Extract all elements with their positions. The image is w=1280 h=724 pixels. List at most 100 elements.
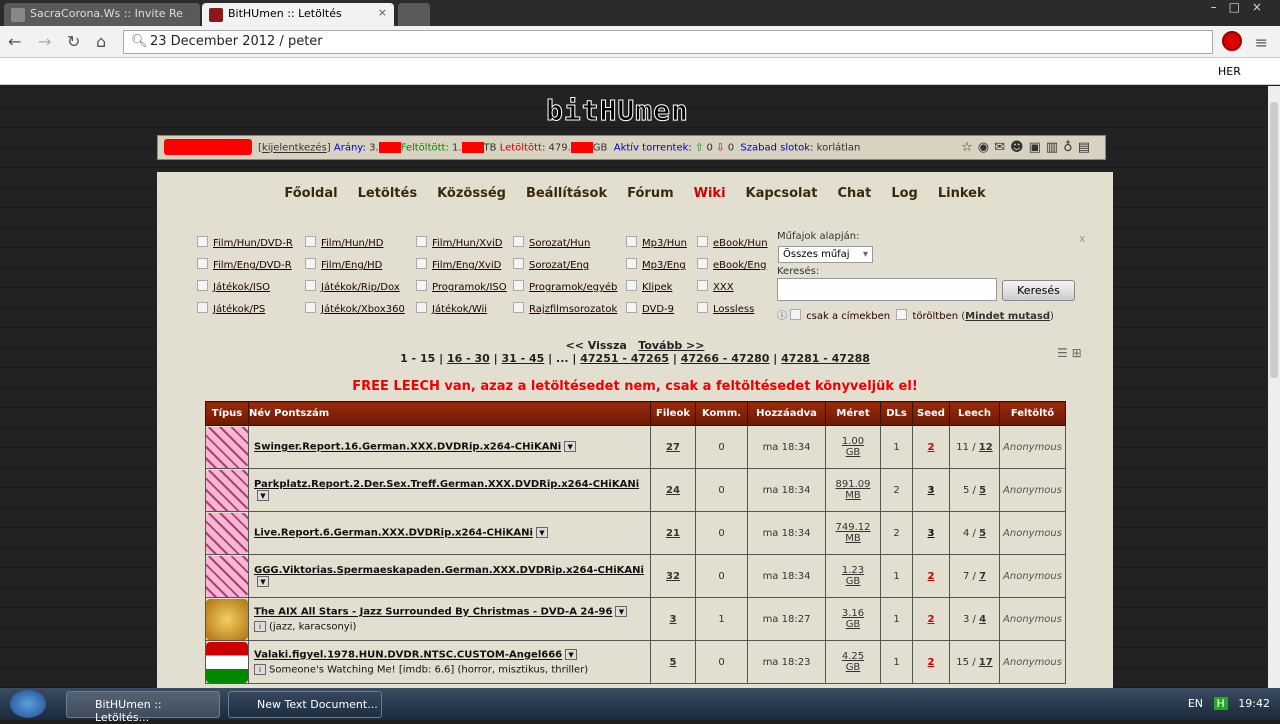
size-value[interactable]: 1.23 (842, 565, 864, 576)
size-value[interactable]: 1.00 (842, 436, 864, 447)
seed-link[interactable]: 2 (928, 657, 935, 668)
category-checkbox[interactable]: Film/Eng/HD (305, 258, 382, 271)
category-checkbox[interactable]: eBook/Eng (697, 258, 766, 271)
seed-link[interactable]: 3 (928, 485, 935, 496)
category-lossless-icon[interactable] (206, 598, 248, 640)
size-value[interactable]: 891.09 (836, 479, 871, 490)
taskbar-chrome[interactable]: BitHUmen :: Letöltés... (66, 691, 220, 724)
category-checkbox[interactable]: Mp3/Eng (626, 258, 686, 271)
only-titles-checkbox[interactable]: csak a címekben (790, 311, 890, 322)
category-checkbox[interactable]: eBook/Hun (697, 236, 768, 249)
eye-icon[interactable]: ◉ (978, 140, 994, 155)
seed-link[interactable]: 2 (928, 442, 935, 453)
category-dvd-hun-icon[interactable] (206, 641, 248, 683)
category-checkbox[interactable]: Játékok/PS (197, 302, 265, 315)
category-checkbox[interactable]: DVD-9 (626, 302, 674, 315)
next-page-link[interactable]: Tovább >> (638, 339, 704, 352)
utorrent-icon[interactable]: H (1213, 697, 1228, 710)
address-bar[interactable]: 🔍︎ 23 December 2012 / peter (123, 30, 1213, 54)
show-all-link[interactable]: Mindet mutasd (965, 311, 1050, 322)
taskbar-notepad[interactable]: New Text Document... (228, 691, 382, 718)
category-checkbox[interactable]: Játékok/Wii (416, 302, 487, 315)
profile-icon[interactable]: ▣ (1029, 140, 1046, 155)
trash-icon[interactable]: ▤ (1078, 140, 1095, 155)
category-checkbox[interactable]: Játékok/Rip/Dox (305, 280, 400, 293)
nav-item[interactable]: Log (891, 186, 918, 201)
category-checkbox[interactable]: Film/Hun/DVD-R (197, 236, 293, 249)
size-unit[interactable]: GB (846, 576, 861, 587)
dropdown-icon[interactable]: ▼ (257, 575, 269, 587)
leech-link[interactable]: 5 (979, 485, 986, 496)
category-checkbox[interactable]: Programok/ISO (416, 280, 507, 293)
category-xxx-icon[interactable] (206, 555, 248, 597)
nav-item[interactable]: Chat (838, 186, 872, 201)
category-checkbox[interactable]: Sorozat/Eng (513, 258, 589, 271)
window-controls[interactable]: –□× (1211, 0, 1274, 14)
grid-view-icon[interactable]: ⊞ (1072, 346, 1082, 360)
page-link[interactable]: 31 - 45 (501, 352, 544, 365)
prev-page-link[interactable]: << Vissza (566, 339, 627, 352)
close-tab-icon[interactable]: × (378, 6, 387, 19)
column-header[interactable]: Név Pontszám (248, 401, 651, 426)
seed-link[interactable]: 2 (928, 571, 935, 582)
page-link[interactable]: 47251 - 47265 (580, 352, 669, 365)
home-icon[interactable]: ⌂ (96, 32, 106, 51)
help-icon[interactable]: ⓘ (777, 311, 787, 322)
nav-item[interactable]: Letöltés (358, 186, 417, 201)
info-icon[interactable]: i (254, 620, 266, 632)
column-header[interactable]: Hozzáadva (747, 401, 826, 426)
category-checkbox[interactable]: Film/Eng/DVD-R (197, 258, 292, 271)
forward-icon[interactable]: → (38, 32, 51, 51)
size-value[interactable]: 4.25 (842, 651, 864, 662)
category-checkbox[interactable]: Klipek (626, 280, 672, 293)
category-checkbox[interactable]: Film/Hun/HD (305, 236, 383, 249)
category-checkbox[interactable]: XXX (697, 280, 734, 293)
leech-link[interactable]: 5 (979, 528, 986, 539)
column-header[interactable]: Méret (825, 401, 881, 426)
page-link[interactable]: 16 - 30 (447, 352, 490, 365)
category-checkbox[interactable]: Programok/egyéb (513, 280, 617, 293)
files-link[interactable]: 21 (666, 528, 680, 539)
nav-item[interactable]: Wiki (694, 186, 726, 201)
reload-icon[interactable]: ↻ (67, 32, 80, 51)
category-xxx-icon[interactable] (206, 426, 248, 468)
nav-item[interactable]: Kapcsolat (746, 186, 818, 201)
friends-icon[interactable]: ☻ (1010, 140, 1029, 155)
leech-link[interactable]: 17 (979, 657, 993, 668)
leech-link[interactable]: 7 (979, 571, 986, 582)
stats-icon[interactable]: ▥ (1046, 140, 1063, 155)
files-link[interactable]: 3 (670, 614, 677, 625)
files-link[interactable]: 32 (666, 571, 680, 582)
column-header[interactable]: DLs (880, 401, 913, 426)
new-tab-button[interactable] (398, 3, 430, 26)
category-checkbox[interactable]: Mp3/Hun (626, 236, 687, 249)
torrent-link[interactable]: The AIX All Stars - Jazz Surrounded By C… (254, 607, 612, 618)
category-checkbox[interactable]: Rajzfilmsorozatok (513, 302, 617, 315)
files-link[interactable]: 24 (666, 485, 680, 496)
comments-count[interactable]: 1 (695, 597, 748, 641)
logout-link[interactable]: kijelentkezés (262, 143, 327, 154)
category-checkbox[interactable]: Sorozat/Hun (513, 236, 590, 249)
search-input[interactable] (777, 278, 997, 301)
column-header[interactable]: Típus (205, 401, 249, 426)
tab-bithumen[interactable]: BitHUmen :: Letöltés × (202, 3, 394, 26)
nav-item[interactable]: Közösség (437, 186, 506, 201)
dropdown-icon[interactable]: ▼ (257, 489, 269, 501)
star-icon[interactable]: ☆ (961, 140, 978, 155)
files-link[interactable]: 27 (666, 442, 680, 453)
size-unit[interactable]: GB (846, 619, 861, 630)
site-logo[interactable]: bitHUmen (546, 94, 689, 128)
torrent-link[interactable]: GGG.Viktorias.Spermaeskapaden.German.XXX… (254, 565, 644, 576)
files-link[interactable]: 5 (670, 657, 677, 668)
menu-icon[interactable]: ≡ (1255, 33, 1268, 52)
language-indicator[interactable]: EN (1188, 697, 1203, 710)
page-link[interactable]: 47266 - 47280 (681, 352, 770, 365)
category-checkbox[interactable]: Játékok/Xbox360 (305, 302, 405, 315)
torrent-link[interactable]: Parkplatz.Report.2.Der.Sex.Treff.German.… (254, 479, 639, 490)
deleted-checkbox[interactable]: töröltben (896, 311, 958, 322)
dropdown-icon[interactable]: ▼ (535, 527, 548, 539)
size-value[interactable]: 3.16 (842, 608, 864, 619)
column-header[interactable]: Komm. (695, 401, 748, 426)
column-header[interactable]: Feltöltő (999, 401, 1066, 426)
list-view-icon[interactable]: ☰ (1057, 346, 1068, 360)
